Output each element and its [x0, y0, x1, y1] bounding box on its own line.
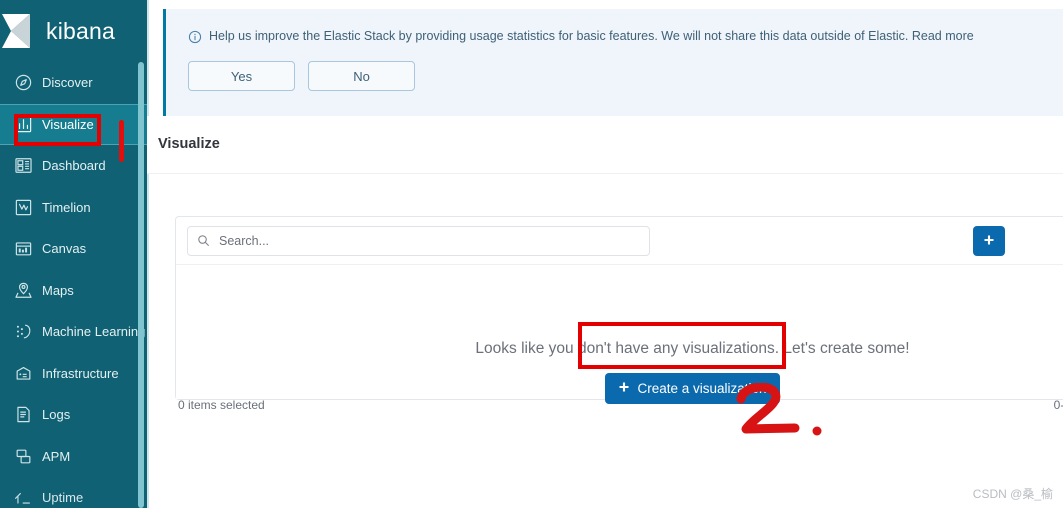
sidebar-item-label: Visualize — [42, 116, 94, 132]
primary-sidebar: kibana Discover Visualize Dashboard Time… — [0, 0, 147, 508]
sidebar-item-label: Infrastructure — [42, 365, 119, 381]
sidebar-item-canvas[interactable]: Canvas — [0, 228, 147, 270]
canvas-icon — [8, 236, 38, 262]
uptime-icon — [8, 485, 38, 508]
infrastructure-icon — [8, 360, 38, 386]
list-toolbar: 0-0 — [176, 217, 1063, 265]
sidebar-item-visualize[interactable]: Visualize — [0, 103, 147, 145]
visualizations-list-card: 0-0 Looks like you don't have any visual… — [175, 216, 1063, 404]
timelion-icon — [8, 194, 38, 220]
dashboard-icon — [8, 153, 38, 179]
empty-state-message: Looks like you don't have any visualizat… — [475, 340, 910, 357]
machine-learning-icon — [8, 319, 38, 345]
info-icon — [188, 30, 202, 44]
compass-icon — [8, 70, 38, 96]
sidebar-item-label: Machine Learning — [42, 324, 146, 340]
kibana-logo-icon — [0, 8, 42, 54]
content-left-divider — [147, 0, 149, 508]
kibana-logo[interactable]: kibana — [0, 0, 147, 62]
sidebar-item-uptime[interactable]: Uptime — [0, 477, 147, 508]
sidebar-item-logs[interactable]: Logs — [0, 394, 147, 436]
page-header: Visualize — [147, 116, 1063, 174]
telemetry-no-button[interactable]: No — [308, 61, 415, 91]
search-icon — [197, 234, 210, 247]
sidebar-item-label: Maps — [42, 282, 74, 298]
sidebar-item-label: Timelion — [42, 199, 91, 215]
sidebar-item-label: Canvas — [42, 241, 87, 257]
sidebar-item-dashboard[interactable]: Dashboard — [0, 145, 147, 187]
sidebar-item-discover[interactable]: Discover — [0, 62, 147, 104]
main-content-area: Help us improve the Elastic Stack by pro… — [147, 0, 1063, 508]
search-input[interactable] — [217, 232, 617, 249]
bar-chart-icon — [8, 111, 38, 137]
search-field-wrapper[interactable] — [187, 225, 650, 256]
sidebar-item-label: Logs — [42, 407, 71, 423]
sidebar-item-apm[interactable]: APM — [0, 436, 147, 478]
telemetry-yes-button[interactable]: Yes — [188, 61, 295, 91]
sidebar-item-label: Uptime — [42, 490, 84, 506]
list-footer: 0 items selected 0-0 — [147, 398, 1063, 428]
page-title: Visualize — [158, 136, 220, 152]
sidebar-item-infrastructure[interactable]: Infrastructure — [0, 353, 147, 395]
create-visualization-label: Create a visualization — [637, 381, 767, 396]
apm-icon — [8, 443, 38, 469]
telemetry-banner: Help us improve the Elastic Stack by pro… — [163, 9, 1063, 116]
empty-state: Looks like you don't have any visualizat… — [176, 265, 1063, 404]
map-marker-icon — [8, 277, 38, 303]
footer-range-label: 0-0 — [1053, 398, 1063, 412]
csdn-watermark: CSDN @桑_榆 — [972, 487, 1053, 501]
sidebar-item-label: APM — [42, 448, 71, 464]
items-selected-label: 0 items selected — [178, 398, 265, 412]
plus-icon — [983, 234, 995, 249]
sidebar-item-label: Dashboard — [42, 158, 106, 174]
sidebar-item-machine-learning[interactable]: Machine Learning — [0, 311, 147, 353]
telemetry-banner-message: Help us improve the Elastic Stack by pro… — [209, 29, 974, 43]
sidebar-scrollbar[interactable] — [138, 62, 144, 508]
plus-icon — [618, 381, 630, 396]
annotation-step-one-stroke — [119, 120, 124, 162]
add-visualization-button[interactable] — [973, 226, 1005, 256]
sidebar-item-maps[interactable]: Maps — [0, 270, 147, 312]
kibana-logo-text: kibana — [46, 17, 115, 44]
kibana-app-window: kibana Discover Visualize Dashboard Time… — [0, 0, 1063, 508]
sidebar-item-label: Discover — [42, 75, 93, 91]
sidebar-item-timelion[interactable]: Timelion — [0, 187, 147, 229]
logs-icon — [8, 402, 38, 428]
